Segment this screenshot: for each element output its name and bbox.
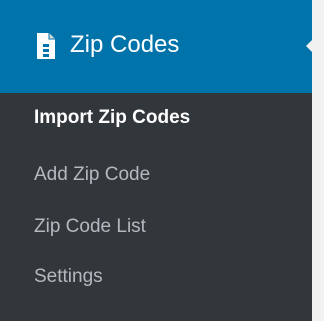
menu-item-zip-codes[interactable]: Zip Codes [0,0,316,93]
page-icon [35,32,57,60]
submenu-item-import-zip-codes[interactable]: Import Zip Codes [34,105,190,131]
admin-sidebar-menu: Zip Codes Import Zip Codes Add Zip Code … [0,0,316,321]
current-menu-arrow [306,36,316,56]
submenu: Import Zip Codes Add Zip Code Zip Code L… [0,93,312,321]
menu-item-label: Zip Codes [70,31,180,58]
submenu-item-add-zip-code[interactable]: Add Zip Code [34,162,150,188]
submenu-item-settings[interactable]: Settings [34,264,103,290]
submenu-item-zip-code-list[interactable]: Zip Code List [34,214,146,240]
